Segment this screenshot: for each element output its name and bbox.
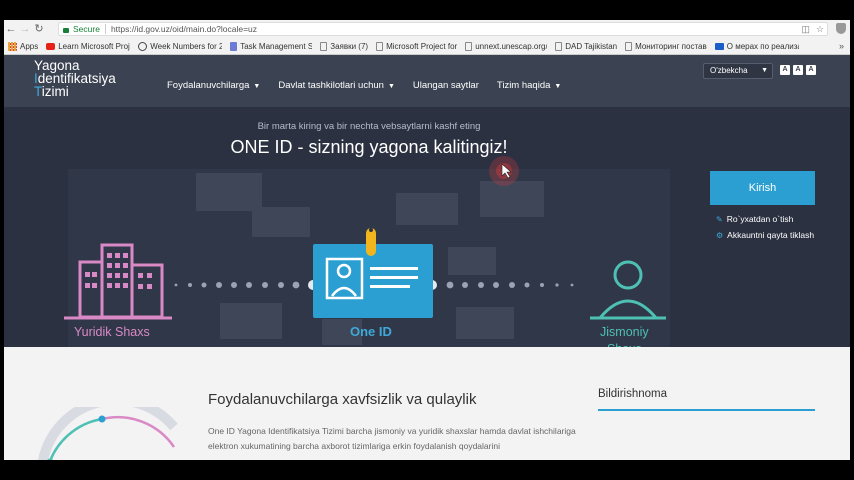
login-button[interactable]: Kirish bbox=[710, 171, 815, 205]
one-id-label: One ID bbox=[350, 324, 392, 339]
bookmark-star-icon[interactable]: ☆ bbox=[816, 24, 824, 35]
section-title: Foydalanuvchilarga xavfsizlik va qulayli… bbox=[208, 391, 477, 408]
font-size-small-button[interactable]: A bbox=[780, 65, 790, 75]
bookmark-learn-microsoft[interactable]: Learn Microsoft Proje bbox=[46, 42, 130, 51]
person-icon bbox=[590, 260, 666, 320]
bookmark-week-numbers[interactable]: Week Numbers for 20 bbox=[138, 41, 222, 51]
youtube-icon bbox=[46, 42, 56, 50]
bookmark-apps[interactable]: Apps bbox=[8, 41, 38, 51]
hero-headline: ONE ID - sizning yagona kalitingiz! bbox=[230, 137, 508, 157]
reload-icon[interactable]: ↻ bbox=[32, 20, 46, 38]
hero-section: Bir marta kiring va bir nechta vebsaytla… bbox=[4, 107, 850, 356]
browser-viewport: ← → ↻ Secure https://id.gov.uz/oid/main.… bbox=[4, 20, 850, 460]
chevron-down-icon: ▼ bbox=[387, 83, 395, 90]
bookmarks-bar: Apps Learn Microsoft Proje Week Numbers … bbox=[4, 38, 850, 55]
building-windows bbox=[85, 253, 152, 289]
nav-davlat-tashkilotlari[interactable]: Davlat tashkilotlari uchun ▼ bbox=[278, 80, 395, 91]
forward-arrow-icon[interactable]: → bbox=[18, 20, 32, 38]
section-text: One ID Yagona Identifikatsiya Tizimi bar… bbox=[208, 426, 576, 451]
edit-icon: ✎ bbox=[716, 214, 723, 224]
main-navigation: Foydalanuvchilarga ▼ Davlat tashkilotlari… bbox=[167, 80, 561, 91]
bookmark-unnext[interactable]: unnext.unescap.org/p bbox=[465, 41, 547, 51]
gear-icon: ⚙ bbox=[716, 230, 724, 240]
letterbox-bottom bbox=[0, 460, 854, 480]
translate-icon[interactable]: ◫ bbox=[801, 24, 810, 35]
connector-dots-left bbox=[174, 280, 318, 290]
url-text: https://id.gov.uz/oid/main.do?locale=uz bbox=[110, 24, 258, 34]
bookmark-dad-tajikistan[interactable]: DAD Tajikistan bbox=[555, 41, 617, 51]
apps-grid-icon bbox=[8, 41, 17, 51]
language-select[interactable]: O'zbekcha ▼ bbox=[703, 63, 773, 79]
security-graphic bbox=[38, 407, 178, 460]
task-icon bbox=[230, 41, 238, 51]
shield-extension-icon[interactable] bbox=[836, 23, 846, 34]
omnibox-divider bbox=[104, 24, 106, 34]
page-icon bbox=[625, 41, 633, 51]
page-icon bbox=[555, 41, 563, 51]
omnibox-actions: ◫ ☆ bbox=[801, 24, 824, 35]
page-icon bbox=[376, 41, 384, 51]
more-bookmarks-icon[interactable]: » bbox=[839, 41, 844, 51]
bookmark-monitoring[interactable]: Мониторинг постав bbox=[625, 41, 707, 51]
notifications-title: Bildirishnoma bbox=[598, 388, 668, 400]
bookmark-zayavki[interactable]: Заявки (7) bbox=[320, 41, 368, 51]
screen-frame: ← → ↻ Secure https://id.gov.uz/oid/main.… bbox=[0, 0, 854, 480]
register-link[interactable]: ✎ Ro`yxatdan o`tish bbox=[716, 214, 793, 224]
bookmark-o-merakh[interactable]: О мерах по реализа bbox=[714, 42, 799, 51]
chevron-down-icon: ▼ bbox=[554, 83, 562, 90]
url-input[interactable]: Secure https://id.gov.uz/oid/main.do?loc… bbox=[58, 22, 828, 36]
logo-line-3: Tizimi bbox=[34, 84, 69, 99]
content-section: Foydalanuvchilarga xavfsizlik va qulayli… bbox=[4, 347, 850, 460]
hero-tagline: Bir marta kiring va bir nechta vebsaytla… bbox=[257, 121, 481, 132]
chevron-down-icon: ▼ bbox=[253, 83, 261, 90]
page-icon bbox=[320, 41, 328, 51]
address-bar: ← → ↻ Secure https://id.gov.uz/oid/main.… bbox=[4, 20, 850, 38]
font-size-medium-button[interactable]: A bbox=[793, 65, 803, 75]
back-arrow-icon[interactable]: ← bbox=[4, 20, 18, 38]
nav-foydalanuvchilarga[interactable]: Foydalanuvchilarga ▼ bbox=[167, 80, 260, 91]
legal-entity-label: Yuridik Shaxs bbox=[74, 325, 150, 339]
id-card-icon bbox=[313, 228, 433, 318]
site-logo[interactable]: Yagona Identifikatsiya Tizimi bbox=[34, 59, 116, 99]
cursor-click-highlight bbox=[489, 156, 519, 186]
secure-indicator[interactable]: Secure bbox=[63, 24, 100, 34]
notifications-divider bbox=[598, 409, 815, 411]
page-icon bbox=[465, 41, 473, 51]
font-size-large-button[interactable]: A bbox=[806, 65, 816, 75]
flag-icon bbox=[714, 42, 724, 50]
clock-icon bbox=[138, 41, 148, 51]
connector-dots-right bbox=[427, 280, 574, 290]
font-size-controls: A A A bbox=[780, 65, 816, 75]
nav-ulangan-saytlar[interactable]: Ulangan saytlar bbox=[413, 80, 479, 91]
bookmark-microsoft-project[interactable]: Microsoft Project for bbox=[376, 41, 457, 51]
bookmark-task-management[interactable]: Task Management Sc bbox=[230, 41, 312, 51]
chevron-down-icon: ▼ bbox=[761, 67, 768, 74]
site-header: Yagona Identifikatsiya Tizimi Foydalanuv… bbox=[4, 55, 850, 107]
nav-tizim-haqida[interactable]: Tizim haqida ▼ bbox=[497, 80, 561, 91]
lock-icon bbox=[63, 27, 69, 33]
restore-account-link[interactable]: ⚙ Akkauntni qayta tiklash bbox=[716, 230, 814, 240]
